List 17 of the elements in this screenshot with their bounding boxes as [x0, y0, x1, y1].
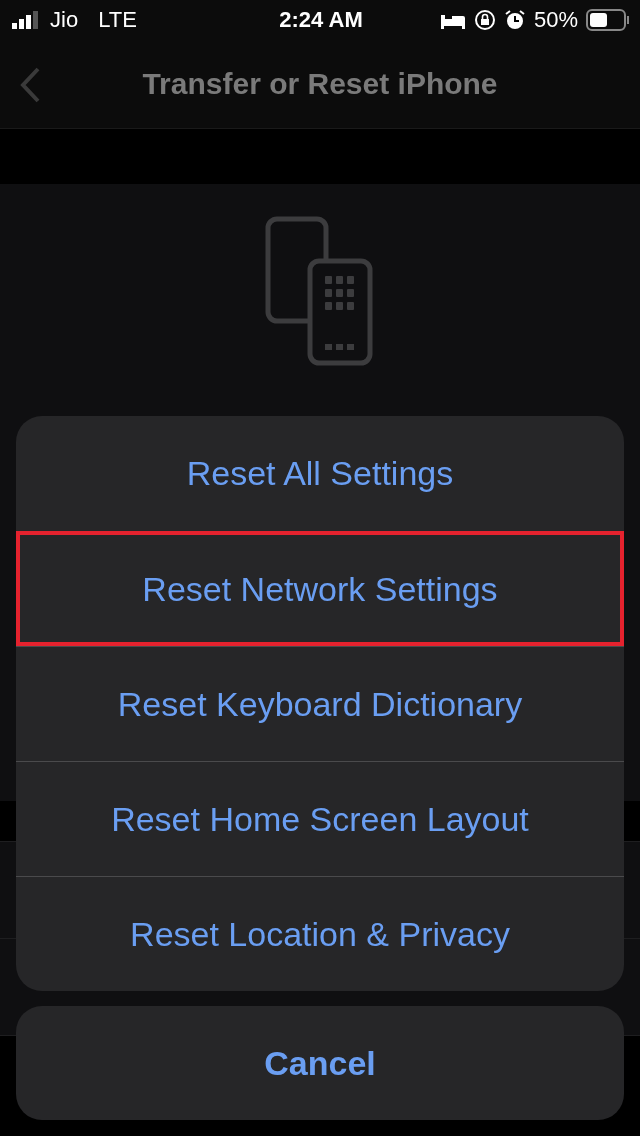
alarm-icon — [503, 9, 526, 31]
carrier-name: Jio — [50, 7, 79, 33]
sheet-option[interactable]: Reset Network Settings — [16, 531, 624, 646]
sheet-option[interactable]: Reset Location & Privacy — [16, 876, 624, 991]
sheet-option[interactable]: Reset All Settings — [16, 416, 624, 531]
signal-icon — [12, 11, 40, 29]
battery-icon — [586, 9, 630, 31]
rotation-lock-icon — [473, 9, 496, 31]
cancel-button[interactable]: Cancel — [16, 1006, 624, 1120]
battery-percentage: 50% — [533, 7, 578, 33]
sheet-option[interactable]: Reset Keyboard Dictionary — [16, 646, 624, 761]
clock-time: 2:24 AM — [279, 7, 363, 33]
network-type: LTE — [98, 7, 137, 33]
two-phones-icon — [265, 216, 375, 366]
sheet-option[interactable]: Reset Home Screen Layout — [16, 761, 624, 876]
back-chevron-icon[interactable] — [18, 66, 42, 104]
screen-title: Transfer or Reset iPhone — [142, 67, 498, 101]
